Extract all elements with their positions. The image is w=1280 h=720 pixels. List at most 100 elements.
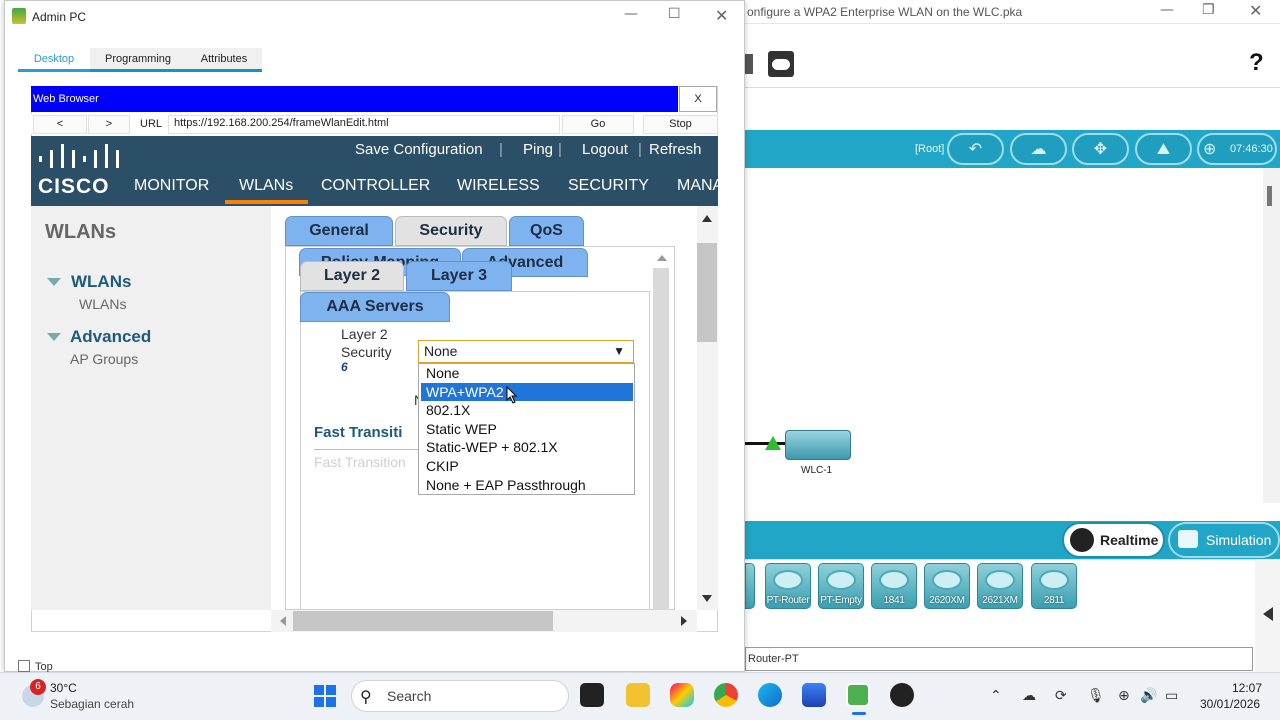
device-name-field: Router-PT <box>745 647 1253 671</box>
sidebar-item-wlans[interactable]: WLANs <box>79 296 126 312</box>
terminal-app-icon[interactable] <box>580 683 604 707</box>
menu-monitor[interactable]: MONITOR <box>134 177 209 195</box>
option-none-eap-passthrough[interactable]: None + EAP Passthrough <box>421 476 633 495</box>
scroll-left-icon[interactable] <box>280 616 286 626</box>
ping-link[interactable]: Ping <box>523 141 553 158</box>
simulation-mode-button[interactable]: Simulation <box>1168 522 1280 558</box>
background-image-button[interactable]: ⛰ <box>1135 133 1192 165</box>
page-horizontal-thumb[interactable] <box>293 611 553 631</box>
recording-app-icon[interactable] <box>890 683 914 707</box>
tray-battery-icon[interactable]: ▭ <box>1165 688 1178 704</box>
clipboard-icon[interactable] <box>745 54 753 74</box>
top-checkbox[interactable] <box>18 660 30 672</box>
chrome-icon[interactable] <box>714 683 738 707</box>
device-tile-1841[interactable]: 1841 <box>871 563 917 609</box>
copilot-icon[interactable] <box>670 683 694 707</box>
taskbar-date[interactable]: 30/01/2026 <box>1200 697 1260 711</box>
windows-start-icon[interactable] <box>313 684 337 708</box>
tab-security[interactable]: Security <box>395 216 507 246</box>
pt-maximize-button[interactable]: ❐ <box>1202 2 1215 18</box>
help-icon[interactable]: ? <box>1249 49 1264 77</box>
tray-volume-icon[interactable]: 🔊 <box>1140 688 1157 704</box>
menu-wlans[interactable]: WLANs <box>239 177 293 195</box>
go-button[interactable]: Go <box>562 115 634 134</box>
tab-aaa-servers[interactable]: AAA Servers <box>300 292 450 322</box>
edge-icon[interactable] <box>758 683 782 707</box>
file-explorer-icon[interactable] <box>626 683 650 707</box>
tab-qos[interactable]: QoS <box>509 216 584 246</box>
device-tile-2621xm[interactable]: 2621XM <box>977 563 1023 609</box>
page-vertical-thumb[interactable] <box>697 243 717 342</box>
layer2-security-select[interactable]: None ▼ <box>418 340 634 363</box>
option-static-wep[interactable]: Static WEP <box>421 420 633 439</box>
tray-microphone-icon[interactable]: 🎙 <box>1087 688 1105 704</box>
admin-minimize-button[interactable]: — <box>624 6 638 22</box>
device-tile-pt-router[interactable]: PT-Router <box>765 563 811 609</box>
pt-minimize-button[interactable]: — <box>1160 2 1174 18</box>
option-static-wep-8021x[interactable]: Static-WEP + 802.1X <box>421 438 633 457</box>
packet-tracer-taskbar-icon[interactable] <box>846 683 870 707</box>
sidebar-item-ap-groups[interactable]: AP Groups <box>70 351 138 367</box>
pt-clock: 07:46:30 <box>1230 143 1273 155</box>
tray-network-icon[interactable]: ⊕ <box>1118 688 1130 704</box>
admin-close-button[interactable]: ✕ <box>715 6 728 25</box>
tab-programming[interactable]: Programming <box>95 48 181 72</box>
inner-scrollbar[interactable] <box>653 268 669 610</box>
device-tile-partial[interactable] <box>745 563 755 609</box>
realtime-mode-button[interactable]: Realtime <box>1062 522 1165 558</box>
scroll-up-icon[interactable] <box>702 215 712 222</box>
browser-back-button[interactable]: < <box>33 115 87 134</box>
search-placeholder: Search <box>387 688 432 704</box>
workspace-scroll-thumb[interactable] <box>1267 186 1272 206</box>
cloud-add-button[interactable]: ☁ <box>1010 133 1067 165</box>
admin-maximize-button[interactable]: ☐ <box>668 6 681 22</box>
option-wpa-wpa2[interactable]: WPA+WPA2 <box>421 382 633 402</box>
scroll-up-icon[interactable] <box>657 255 667 261</box>
back-arrow-button[interactable]: ↶ <box>947 133 1004 165</box>
wlc-device-icon[interactable] <box>785 430 851 460</box>
device-tile-2620xm[interactable]: 2620XM <box>924 563 970 609</box>
cisco-logo-icon <box>38 144 122 173</box>
weather-description[interactable]: Sebagian cerah <box>50 697 134 711</box>
clock-icon <box>1070 528 1094 552</box>
menu-management[interactable]: MANA <box>677 177 718 195</box>
taskbar-search[interactable] <box>351 680 569 712</box>
tab-layer-2[interactable]: Layer 2 <box>300 261 404 291</box>
cisco-logo-text: CISCO <box>38 175 110 198</box>
workspace-scrollbar[interactable] <box>1263 168 1280 503</box>
option-ckip[interactable]: CKIP <box>421 457 633 476</box>
tab-layer-3[interactable]: Layer 3 <box>406 261 512 291</box>
menu-security[interactable]: SECURITY <box>568 177 649 195</box>
cloud-window-icon[interactable] <box>768 51 794 77</box>
tab-general[interactable]: General <box>285 216 393 246</box>
tab-attributes[interactable]: Attributes <box>186 48 262 72</box>
store-icon[interactable] <box>802 683 826 707</box>
save-configuration-link[interactable]: Save Configuration <box>355 141 483 158</box>
device-tile-pt-empty[interactable]: PT-Empty <box>818 563 864 609</box>
pt-close-button[interactable]: ✕ <box>1249 1 1262 20</box>
move-button[interactable]: ✥ <box>1072 133 1129 165</box>
collapse-left-icon[interactable] <box>1263 607 1273 621</box>
browser-close-button[interactable]: X <box>679 86 717 112</box>
taskbar-time[interactable]: 12:07 <box>1232 681 1262 695</box>
tray-cloud-off-icon[interactable]: ☁ <box>1022 688 1036 704</box>
logout-link[interactable]: Logout <box>582 141 628 158</box>
expand-triangle-icon[interactable] <box>47 333 61 341</box>
refresh-link[interactable]: Refresh <box>649 141 702 158</box>
menu-wireless[interactable]: WIRELESS <box>457 177 540 195</box>
tray-sync-icon[interactable]: ⟳ <box>1055 688 1067 704</box>
expand-triangle-icon[interactable] <box>47 278 61 286</box>
scroll-down-icon[interactable] <box>702 595 712 602</box>
browser-forward-button[interactable]: > <box>88 115 130 134</box>
device-tile-2811[interactable]: 2811 <box>1031 563 1077 609</box>
sidebar-group-advanced[interactable]: Advanced <box>70 327 151 347</box>
scroll-right-icon[interactable] <box>681 616 687 626</box>
menu-controller[interactable]: CONTROLLER <box>321 177 430 195</box>
stop-button[interactable]: Stop <box>643 115 718 134</box>
sidebar-group-wlans[interactable]: WLANs <box>71 272 131 292</box>
tray-chevron-icon[interactable]: ⌃ <box>990 688 1002 704</box>
option-8021x[interactable]: 802.1X <box>421 401 633 420</box>
weather-temperature[interactable]: 30°C <box>50 681 77 695</box>
option-none[interactable]: None <box>421 364 633 383</box>
tab-desktop[interactable]: Desktop <box>18 48 90 72</box>
